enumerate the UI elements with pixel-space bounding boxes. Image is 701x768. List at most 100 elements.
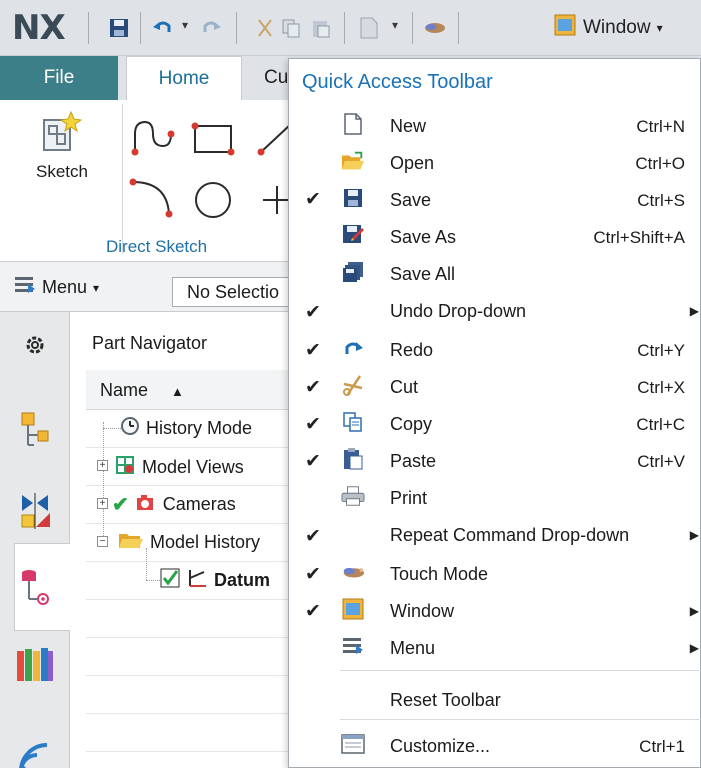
menu-item-label: Open — [390, 153, 435, 173]
settings-icon[interactable] — [14, 324, 56, 366]
menu-item-label: Menu — [390, 638, 436, 658]
menu-item-copy[interactable]: ✔ Copy Ctrl+C — [288, 404, 701, 441]
menu-item-new[interactable]: New Ctrl+N — [288, 106, 701, 143]
submenu-arrow-icon: ▶ — [689, 304, 699, 318]
new-file-icon[interactable] — [354, 13, 384, 43]
circle-icon[interactable] — [195, 182, 231, 218]
part-navigator-title: Part Navigator — [92, 333, 208, 353]
menu-item-cut[interactable]: ✔ Cut Ctrl+X — [288, 367, 701, 404]
window-dropdown-arrow: ▾ — [656, 21, 663, 35]
undo-icon[interactable] — [148, 13, 178, 43]
redo-icon[interactable] — [196, 13, 226, 43]
window-button[interactable]: Window ▾ — [553, 12, 663, 44]
point-icon[interactable] — [263, 186, 291, 214]
checkmark-icon: ✔ — [305, 414, 321, 435]
window-icon — [341, 597, 365, 621]
menu-item-label: Window — [390, 601, 455, 621]
open-folder-icon — [341, 149, 365, 173]
menu-item-save-as[interactable]: Save As Ctrl+Shift+A — [288, 217, 701, 254]
menu-item-label: Save As — [390, 227, 457, 247]
menu-item-reset-toolbar[interactable]: Reset Toolbar — [288, 680, 701, 717]
datum-csys-icon — [186, 568, 208, 593]
toolbar-separator — [458, 12, 459, 44]
save-icon — [341, 186, 365, 210]
menu-dropdown-arrow: ▾ — [93, 280, 100, 295]
checkmark-icon: ✔ — [305, 189, 321, 210]
tree-item-label: Model Views — [142, 457, 244, 477]
sketch-button[interactable]: Sketch — [26, 110, 98, 182]
web-browser-icon[interactable] — [14, 736, 56, 768]
menu-item-window[interactable]: ✔ Window ▶ — [288, 591, 701, 628]
menu-item-label: Save — [390, 190, 432, 210]
menu-separator — [340, 719, 701, 720]
part-navigator-icon[interactable] — [14, 566, 56, 608]
reuse-library-icon[interactable] — [14, 644, 56, 686]
tree-item-label: Datum — [214, 570, 271, 590]
menu-item-save-all[interactable]: Save All — [288, 254, 701, 291]
arc-icon[interactable] — [129, 178, 173, 218]
tree-item-model-history[interactable]: Model History — [118, 530, 260, 555]
undo-dropdown-arrow[interactable]: ▾ — [182, 18, 188, 32]
menu-item-open[interactable]: Open Ctrl+O — [288, 143, 701, 180]
menu-label: Menu — [42, 277, 88, 297]
profile-icon[interactable] — [131, 120, 175, 156]
menu-item-label: Paste — [390, 451, 437, 471]
nx-logo: NX — [12, 8, 66, 48]
direct-sketch-group — [122, 104, 302, 254]
touch-mode-icon[interactable] — [420, 13, 450, 43]
menu-item-shortcut: Ctrl+Shift+A — [593, 228, 685, 247]
paste-icon[interactable] — [306, 13, 336, 43]
touch-mode-icon — [341, 560, 365, 584]
menu-item-customize[interactable]: Customize... Ctrl+1 — [288, 726, 701, 763]
menu-item-menu[interactable]: Menu ▶ — [288, 628, 701, 665]
rectangle-icon[interactable] — [191, 122, 235, 156]
constraint-navigator-icon[interactable] — [14, 490, 56, 532]
save-icon[interactable] — [104, 13, 134, 43]
sketch-curve-tools — [129, 120, 292, 218]
menu-button[interactable]: Menu ▾ — [14, 276, 99, 299]
expand-toggle[interactable]: + — [97, 460, 108, 471]
menu-item-print[interactable]: Print — [288, 478, 701, 515]
sketch-label: Sketch — [36, 162, 88, 181]
menu-item-shortcut: Ctrl+S — [637, 191, 685, 210]
tab-home[interactable]: Home — [126, 56, 242, 100]
line-icon[interactable] — [257, 123, 292, 156]
selection-filter-select[interactable]: No Selectio — [172, 277, 302, 307]
table-row — [86, 714, 310, 752]
camera-icon — [135, 492, 157, 517]
checkmark-icon: ✔ — [305, 451, 321, 472]
checkmark-icon: ✔ — [112, 494, 129, 516]
new-dropdown-arrow[interactable]: ▾ — [392, 18, 398, 32]
visibility-checkbox-icon[interactable] — [160, 568, 180, 593]
menu-icon — [341, 634, 365, 658]
collapse-toggle[interactable]: − — [97, 536, 108, 547]
menu-item-touch-mode[interactable]: ✔ Touch Mode — [288, 554, 701, 591]
tree-item-cameras[interactable]: ✔ Cameras — [112, 492, 236, 517]
clock-icon — [120, 416, 140, 441]
save-as-icon — [341, 223, 365, 247]
menu-item-repeat-command-dropdown[interactable]: ✔ Repeat Command Drop-down ▶ — [288, 515, 701, 552]
menu-item-save[interactable]: ✔ Save Ctrl+S — [288, 180, 701, 217]
tab-file[interactable]: File — [0, 56, 118, 100]
tree-item-datum[interactable]: Datum — [160, 568, 270, 593]
tree-item-model-views[interactable]: Model Views — [114, 454, 244, 481]
copy-icon[interactable] — [276, 13, 306, 43]
assembly-navigator-icon[interactable] — [14, 410, 56, 452]
column-header-name[interactable]: Name ▲ — [86, 370, 310, 410]
customize-icon — [341, 732, 365, 756]
menu-item-label: Print — [390, 488, 428, 508]
tree-item-history-mode[interactable]: History Mode — [120, 416, 252, 441]
direct-sketch-group-label: Direct Sketch — [106, 237, 208, 256]
menu-item-paste[interactable]: ✔ Paste Ctrl+V — [288, 441, 701, 478]
menu-item-label: Repeat Command Drop-down — [390, 525, 630, 545]
toolbar-separator — [140, 12, 141, 44]
dropdown-title: Quick Access Toolbar — [302, 71, 493, 93]
window-icon — [553, 13, 577, 43]
menu-item-undo-dropdown[interactable]: ✔ Undo Drop-down ▶ — [288, 291, 701, 328]
expand-toggle[interactable]: + — [97, 498, 108, 509]
submenu-arrow-icon: ▶ — [689, 528, 699, 542]
new-file-icon — [341, 112, 365, 136]
checkmark-icon: ✔ — [305, 302, 321, 323]
checkmark-icon: ✔ — [305, 564, 321, 585]
menu-item-redo[interactable]: ✔ Redo Ctrl+Y — [288, 330, 701, 367]
